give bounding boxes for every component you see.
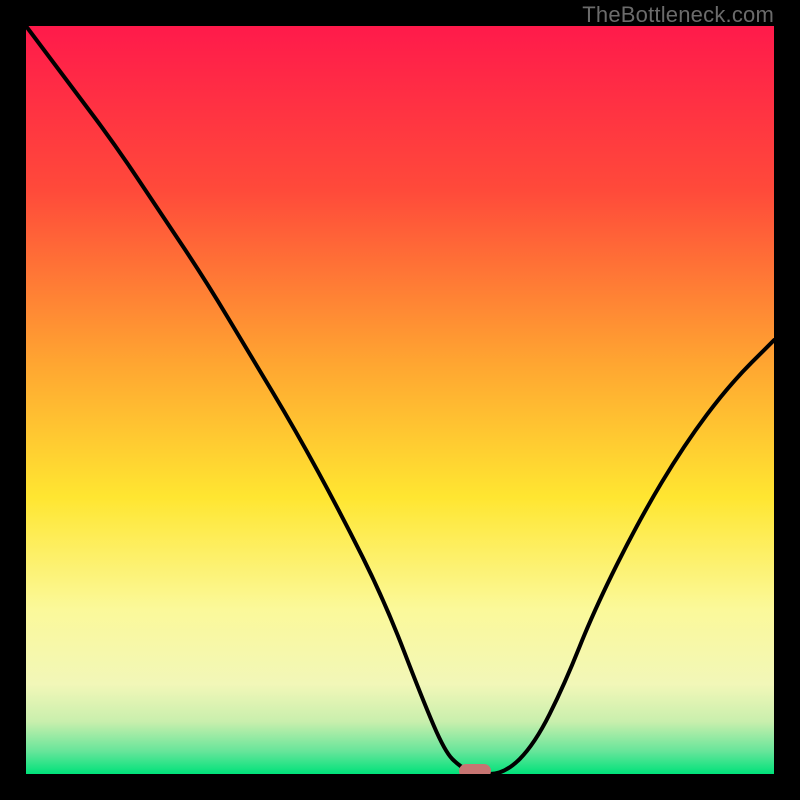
watermark-text: TheBottleneck.com [582,2,774,28]
bottleneck-curve [26,26,774,774]
plot-area [26,26,774,774]
optimal-point-marker [459,764,491,774]
chart-frame: TheBottleneck.com [0,0,800,800]
